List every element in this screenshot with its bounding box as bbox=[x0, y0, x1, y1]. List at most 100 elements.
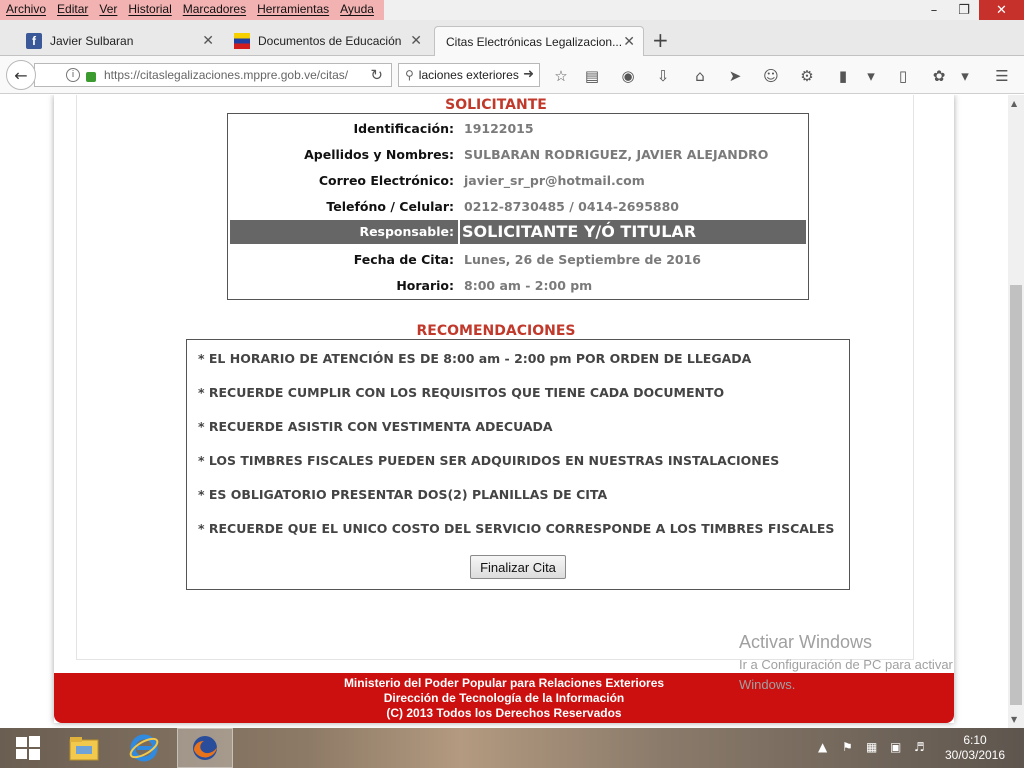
menu-ver[interactable]: Ver bbox=[99, 2, 117, 16]
close-window-button[interactable]: ✕ bbox=[979, 0, 1024, 20]
field-value: 8:00 am - 2:00 pm bbox=[464, 277, 593, 293]
show-hidden-icons-icon[interactable]: ▲ bbox=[818, 740, 827, 754]
search-input[interactable]: laciones exteriores bbox=[419, 68, 519, 82]
bookmark-star-icon[interactable]: ☆ bbox=[551, 66, 571, 86]
hello-chat-icon[interactable]: ☺ bbox=[761, 66, 781, 86]
row-telefono: Telefóno / Celular: 0212-8730485 / 0414-… bbox=[228, 193, 808, 219]
download-icon[interactable]: ⇩ bbox=[653, 66, 673, 86]
tab-citas[interactable]: Citas Electrónicas Legalizacion... ✕ bbox=[434, 26, 644, 57]
extension-icon[interactable]: ⚙ bbox=[797, 66, 817, 86]
scroll-up-icon[interactable]: ▲ bbox=[1011, 99, 1017, 108]
dropdown-icon[interactable]: ▾ bbox=[955, 66, 975, 86]
search-icon: ⚲ bbox=[405, 68, 414, 82]
clock-date: 30/03/2016 bbox=[944, 748, 1006, 762]
close-tab-icon[interactable]: ✕ bbox=[410, 32, 422, 49]
list-item: * EL HORARIO DE ATENCIÓN ES DE 8:00 am -… bbox=[198, 351, 752, 366]
row-fecha: Fecha de Cita: Lunes, 26 de Septiembre d… bbox=[228, 246, 808, 272]
dropdown-icon[interactable]: ▾ bbox=[861, 66, 881, 86]
home-icon[interactable]: ⌂ bbox=[690, 66, 710, 86]
close-tab-icon[interactable]: ✕ bbox=[623, 33, 635, 50]
tab-facebook[interactable]: f Javier Sulbaran ✕ bbox=[18, 26, 222, 56]
list-item: * RECUERDE ASISTIR CON VESTIMENTA ADECUA… bbox=[198, 419, 553, 434]
menu-historial[interactable]: Historial bbox=[128, 2, 171, 16]
venezuela-flag-icon bbox=[234, 33, 250, 49]
windows-tray-icon[interactable]: ▦ bbox=[866, 740, 877, 754]
internet-explorer-icon bbox=[129, 734, 159, 762]
list-item: * LOS TIMBRES FISCALES PUEDEN SER ADQUIR… bbox=[198, 453, 780, 468]
row-nombres: Apellidos y Nombres: SULBARAN RODRIGUEZ,… bbox=[228, 141, 808, 167]
menu-bar: Archivo Editar Ver Historial Marcadores … bbox=[0, 0, 1024, 20]
scroll-down-icon[interactable]: ▼ bbox=[1011, 715, 1017, 724]
start-button[interactable] bbox=[0, 728, 56, 768]
hamburger-menu-icon[interactable]: ☰ bbox=[992, 66, 1012, 86]
field-label: Apellidos y Nombres: bbox=[304, 146, 454, 162]
field-label: Telefóno / Celular: bbox=[326, 198, 454, 214]
file-explorer-button[interactable] bbox=[56, 728, 112, 768]
share-icon[interactable]: ➤ bbox=[725, 66, 745, 86]
tab-label: Javier Sulbaran bbox=[50, 34, 134, 48]
reader-view-icon[interactable]: ▤ bbox=[582, 66, 602, 86]
notes-icon[interactable]: ▯ bbox=[893, 66, 913, 86]
action-center-flag-icon[interactable]: ⚑ bbox=[842, 740, 853, 754]
row-correo: Correo Electrónico: javier_sr_pr@hotmail… bbox=[228, 167, 808, 193]
tab-documentos[interactable]: Documentos de Educación ✕ bbox=[226, 26, 430, 56]
clipboard-icon[interactable]: ▮ bbox=[833, 66, 853, 86]
url-bar[interactable]: i https://citaslegalizaciones.mppre.gob.… bbox=[34, 63, 392, 87]
facebook-icon: f bbox=[26, 33, 42, 49]
addon-icon[interactable]: ✿ bbox=[929, 66, 949, 86]
firefox-button[interactable] bbox=[177, 728, 233, 768]
field-value: Lunes, 26 de Septiembre de 2016 bbox=[464, 251, 702, 267]
minimize-button[interactable]: – bbox=[918, 0, 950, 20]
list-item: * ES OBLIGATORIO PRESENTAR DOS(2) PLANIL… bbox=[198, 487, 608, 502]
search-bar[interactable]: ⚲ laciones exteriores ➜ bbox=[398, 63, 540, 87]
field-value: SOLICITANTE Y/Ó TITULAR bbox=[460, 220, 806, 244]
new-tab-icon[interactable]: + bbox=[652, 28, 669, 52]
content-panel: SOLICITANTE Identificación: 19122015 Ape… bbox=[76, 95, 914, 660]
field-label: Fecha de Cita: bbox=[353, 251, 454, 267]
menu-items: Archivo Editar Ver Historial Marcadores … bbox=[6, 2, 374, 16]
solicitante-box: Identificación: 19122015 Apellidos y Nom… bbox=[227, 113, 809, 300]
solicitante-title: SOLICITANTE bbox=[445, 97, 547, 113]
menu-archivo[interactable]: Archivo bbox=[6, 2, 46, 16]
menu-ayuda[interactable]: Ayuda bbox=[340, 2, 374, 16]
field-value: 0212-8730485 / 0414-2695880 bbox=[464, 198, 679, 214]
search-go-icon[interactable]: ➜ bbox=[523, 67, 534, 82]
info-icon[interactable]: i bbox=[66, 68, 80, 82]
recomendaciones-title: RECOMENDACIONES bbox=[416, 323, 576, 339]
field-label: Horario: bbox=[396, 277, 454, 293]
list-item: * RECUERDE QUE EL UNICO COSTO DEL SERVIC… bbox=[198, 521, 835, 536]
row-identificacion: Identificación: 19122015 bbox=[228, 115, 808, 141]
list-item: * RECUERDE CUMPLIR CON LOS REQUISITOS QU… bbox=[198, 385, 725, 400]
finalizar-cita-button[interactable]: Finalizar Cita bbox=[470, 555, 566, 579]
url-text[interactable]: https://citaslegalizaciones.mppre.gob.ve… bbox=[104, 68, 374, 82]
menu-herramientas[interactable]: Herramientas bbox=[257, 2, 329, 16]
watermark-title: Activar Windows bbox=[739, 632, 873, 652]
restore-button[interactable]: ❐ bbox=[948, 0, 980, 20]
folder-icon bbox=[69, 737, 99, 761]
row-horario: Horario: 8:00 am - 2:00 pm bbox=[228, 272, 808, 298]
taskbar: ▲ ⚑ ▦ ▣ ♬ 6:10 30/03/2016 bbox=[0, 728, 1024, 768]
scrollbar-thumb[interactable] bbox=[1010, 285, 1022, 705]
firefox-icon bbox=[193, 736, 217, 760]
taskbar-clock[interactable]: 6:10 30/03/2016 bbox=[940, 733, 1010, 763]
internet-explorer-button[interactable] bbox=[116, 728, 172, 768]
footer-line: (C) 2013 Todos los Derechos Reservados bbox=[386, 706, 622, 720]
network-icon[interactable]: ▣ bbox=[890, 740, 901, 754]
field-value: 19122015 bbox=[464, 120, 534, 136]
vertical-scrollbar[interactable]: ▲ ▼ bbox=[1008, 95, 1024, 728]
pocket-icon[interactable]: ◉ bbox=[618, 66, 638, 86]
field-value: javier_sr_pr@hotmail.com bbox=[464, 172, 645, 188]
reload-icon[interactable]: ↻ bbox=[370, 66, 383, 84]
field-value: SULBARAN RODRIGUEZ, JAVIER ALEJANDRO bbox=[464, 146, 769, 162]
field-label: Identificación: bbox=[353, 120, 454, 136]
menu-marcadores[interactable]: Marcadores bbox=[183, 2, 246, 16]
close-tab-icon[interactable]: ✕ bbox=[202, 32, 214, 49]
tab-bar: f Javier Sulbaran ✕ Documentos de Educac… bbox=[0, 20, 1024, 57]
volume-icon[interactable]: ♬ bbox=[914, 740, 925, 754]
row-responsable: Responsable: SOLICITANTE Y/Ó TITULAR bbox=[230, 220, 806, 244]
windows-logo-icon bbox=[16, 736, 40, 760]
page-container: SOLICITANTE Identificación: 19122015 Ape… bbox=[54, 95, 954, 723]
clock-time: 6:10 bbox=[963, 733, 987, 747]
back-button[interactable]: ← bbox=[6, 60, 36, 90]
menu-editar[interactable]: Editar bbox=[57, 2, 88, 16]
